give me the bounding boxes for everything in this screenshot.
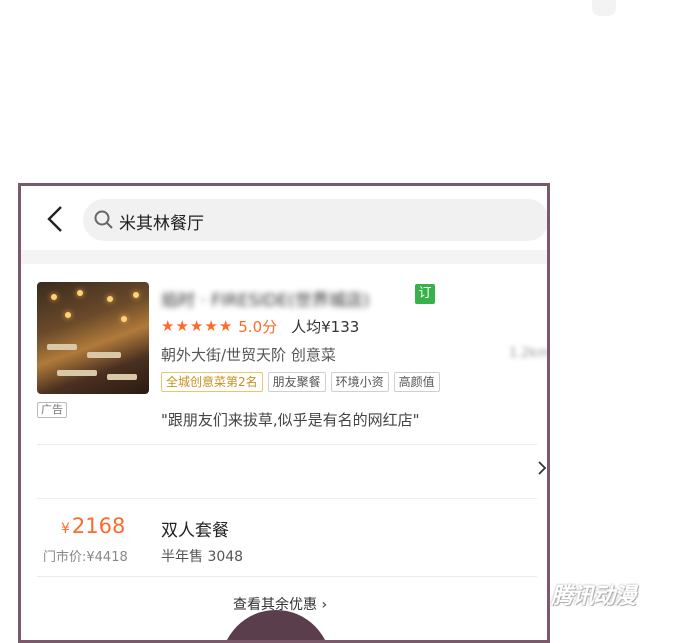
top-blank-area (0, 0, 680, 183)
average-price: 人均¥133 (291, 317, 360, 336)
tag-rank: 全城创意菜第2名 (161, 372, 263, 392)
deal-price: ¥2168 (61, 514, 125, 538)
chevron-left-icon (47, 206, 62, 232)
area-cuisine: 朝外大街/世贸天阶 创意菜 (161, 346, 336, 364)
reserve-badge: 订 (415, 284, 435, 304)
tag: 朋友聚餐 (267, 372, 326, 392)
chevron-right-icon[interactable] (537, 460, 547, 476)
divider (37, 576, 537, 577)
star-icon: ★ (189, 317, 204, 335)
original-price: 门市价:¥4418 (43, 550, 128, 565)
deal-name: 双人套餐 (161, 521, 229, 541)
deal-price-value: 2168 (71, 514, 126, 538)
phone-screen: 米其林餐厅 广告 焰时 · FIRESIDE(世界城店) 订 ★ ★ ★ ★ ★… (18, 183, 550, 643)
search-icon (94, 210, 113, 229)
restaurant-title[interactable]: 焰时 · FIRESIDE(世界城店) (161, 286, 369, 311)
overlay-shape (221, 610, 331, 640)
restaurant-photo (37, 282, 149, 394)
star-icon: ★ (218, 317, 233, 335)
distance: 1.2km (509, 346, 550, 361)
search-input[interactable]: 米其林餐厅 (83, 199, 547, 241)
faint-mark (592, 0, 616, 16)
review-quote: "跟朋友们来拔草,似乎是有名的网红店" (161, 411, 420, 429)
rating-row: ★ ★ ★ ★ ★ 5.0分 人均¥133 (161, 316, 359, 336)
star-icon: ★ (175, 317, 189, 335)
tag: 环境小资 (330, 372, 389, 392)
tag-list: 全城创意菜第2名 朋友聚餐 环境小资 高颜值 (161, 372, 440, 392)
deal-sales: 半年售 3048 (161, 549, 244, 565)
rating-score: 5.0分 (238, 317, 278, 336)
star-icon: ★ (204, 317, 218, 335)
star-rating: ★ ★ ★ ★ ★ (161, 317, 232, 335)
section-separator (21, 250, 547, 264)
ad-badge: 广告 (37, 402, 67, 418)
restaurant-card[interactable]: 广告 焰时 · FIRESIDE(世界城店) 订 ★ ★ ★ ★ ★ 5.0分 … (21, 264, 550, 640)
divider (37, 444, 537, 445)
search-query: 米其林餐厅 (119, 214, 204, 234)
divider (37, 498, 537, 499)
currency-symbol: ¥ (61, 521, 70, 537)
back-button[interactable] (43, 204, 69, 234)
tag: 高颜值 (393, 372, 440, 392)
watermark: 腾讯动漫 (551, 584, 636, 609)
star-icon: ★ (161, 317, 175, 335)
search-bar: 米其林餐厅 (21, 186, 547, 250)
